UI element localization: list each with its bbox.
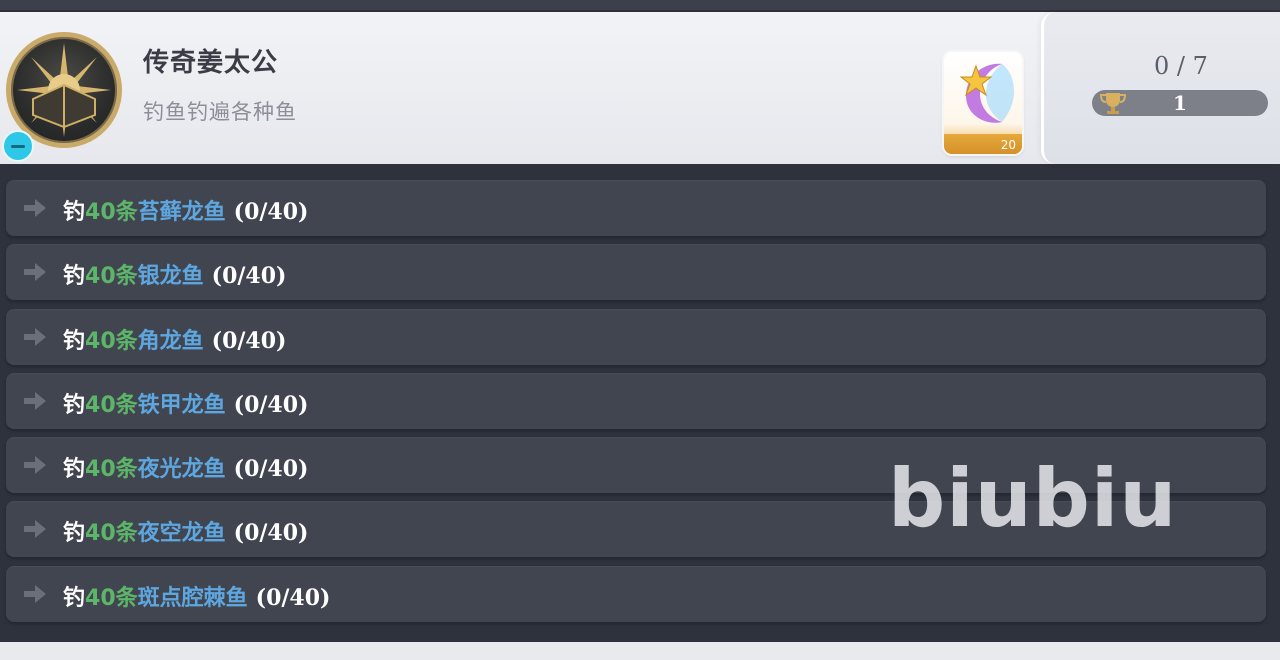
trophy-count: 1 <box>1173 91 1187 115</box>
progress-text: 0 / 7 <box>1154 52 1208 80</box>
task-verb: 钓 <box>63 328 86 354</box>
task-verb: 钓 <box>63 457 86 483</box>
arrow-right-icon <box>24 199 46 217</box>
task-row[interactable]: 钓40条角龙鱼 (0/40) <box>6 308 1266 365</box>
task-row[interactable]: 钓40条苔藓龙鱼 (0/40) <box>6 180 1266 236</box>
achievement-description: 钓鱼钓遍各种鱼 <box>143 100 297 124</box>
task-count: 40条 <box>85 585 138 611</box>
minus-icon[interactable] <box>2 130 34 162</box>
task-fish: 角龙鱼 <box>137 328 204 354</box>
task-progress: (0/40) <box>233 391 309 418</box>
arrow-right-icon <box>24 327 46 346</box>
task-progress: (0/40) <box>233 199 309 225</box>
progress-panel: 0 / 7 1 <box>1041 12 1280 164</box>
task-verb: 钓 <box>63 392 86 418</box>
task-fish: 铁甲龙鱼 <box>137 392 226 418</box>
watermark: biubiu <box>888 452 1178 545</box>
arrow-right-icon <box>24 391 46 410</box>
task-fish: 夜空龙鱼 <box>137 521 226 547</box>
top-border <box>0 0 1280 10</box>
task-count: 40条 <box>85 457 138 483</box>
arrow-right-icon <box>24 263 46 282</box>
reward-quantity: 20 <box>1000 138 1016 152</box>
task-verb: 钓 <box>63 264 86 290</box>
task-text: 钓40条铁甲龙鱼 (0/40) <box>63 387 308 419</box>
task-count: 40条 <box>85 200 138 225</box>
task-verb: 钓 <box>63 585 86 611</box>
arrow-right-icon <box>24 584 46 603</box>
trophy-bar: 1 <box>1092 90 1268 116</box>
task-verb: 钓 <box>63 200 86 225</box>
task-text: 钓40条苔藓龙鱼 (0/40) <box>63 194 308 226</box>
arrow-right-icon <box>24 520 46 539</box>
task-count: 40条 <box>85 392 138 418</box>
achievement-title: 传奇姜太公 <box>143 48 279 78</box>
task-fish: 斑点腔棘鱼 <box>137 585 248 611</box>
task-text: 钓40条银龙鱼 (0/40) <box>63 258 286 290</box>
task-list: 钓40条苔藓龙鱼 (0/40) 钓40条银龙鱼 (0/40) 钓40条角龙鱼 (0/4… <box>6 180 1266 630</box>
reward-item[interactable]: 20 <box>944 52 1022 154</box>
task-progress: (0/40) <box>211 327 287 354</box>
task-progress: (0/40) <box>233 520 309 547</box>
task-count: 40条 <box>85 264 138 290</box>
task-progress: (0/40) <box>233 456 309 483</box>
arrow-right-icon <box>24 456 46 475</box>
task-progress: (0/40) <box>255 584 331 611</box>
task-count: 40条 <box>85 328 138 354</box>
task-row[interactable]: 钓40条斑点腔棘鱼 (0/40) <box>6 565 1266 622</box>
task-text: 钓40条夜光龙鱼 (0/40) <box>63 451 308 483</box>
task-row[interactable]: 钓40条铁甲龙鱼 (0/40) <box>6 372 1266 429</box>
star-moon-reward-icon <box>959 63 1014 123</box>
task-count: 40条 <box>85 521 138 547</box>
bottom-border <box>0 642 1280 660</box>
task-fish: 夜光龙鱼 <box>137 457 226 483</box>
task-verb: 钓 <box>63 521 86 547</box>
task-text: 钓40条夜空龙鱼 (0/40) <box>63 515 308 547</box>
task-progress: (0/40) <box>211 263 287 290</box>
achievement-header: 传奇姜太公 钓鱼钓遍各种鱼 20 0 / 7 1 <box>0 12 1280 164</box>
task-text: 钓40条斑点腔棘鱼 (0/40) <box>63 580 330 612</box>
task-fish: 苔藓龙鱼 <box>137 200 226 225</box>
task-row[interactable]: 钓40条银龙鱼 (0/40) <box>6 244 1266 301</box>
task-fish: 银龙鱼 <box>137 264 204 290</box>
task-text: 钓40条角龙鱼 (0/40) <box>63 323 286 355</box>
